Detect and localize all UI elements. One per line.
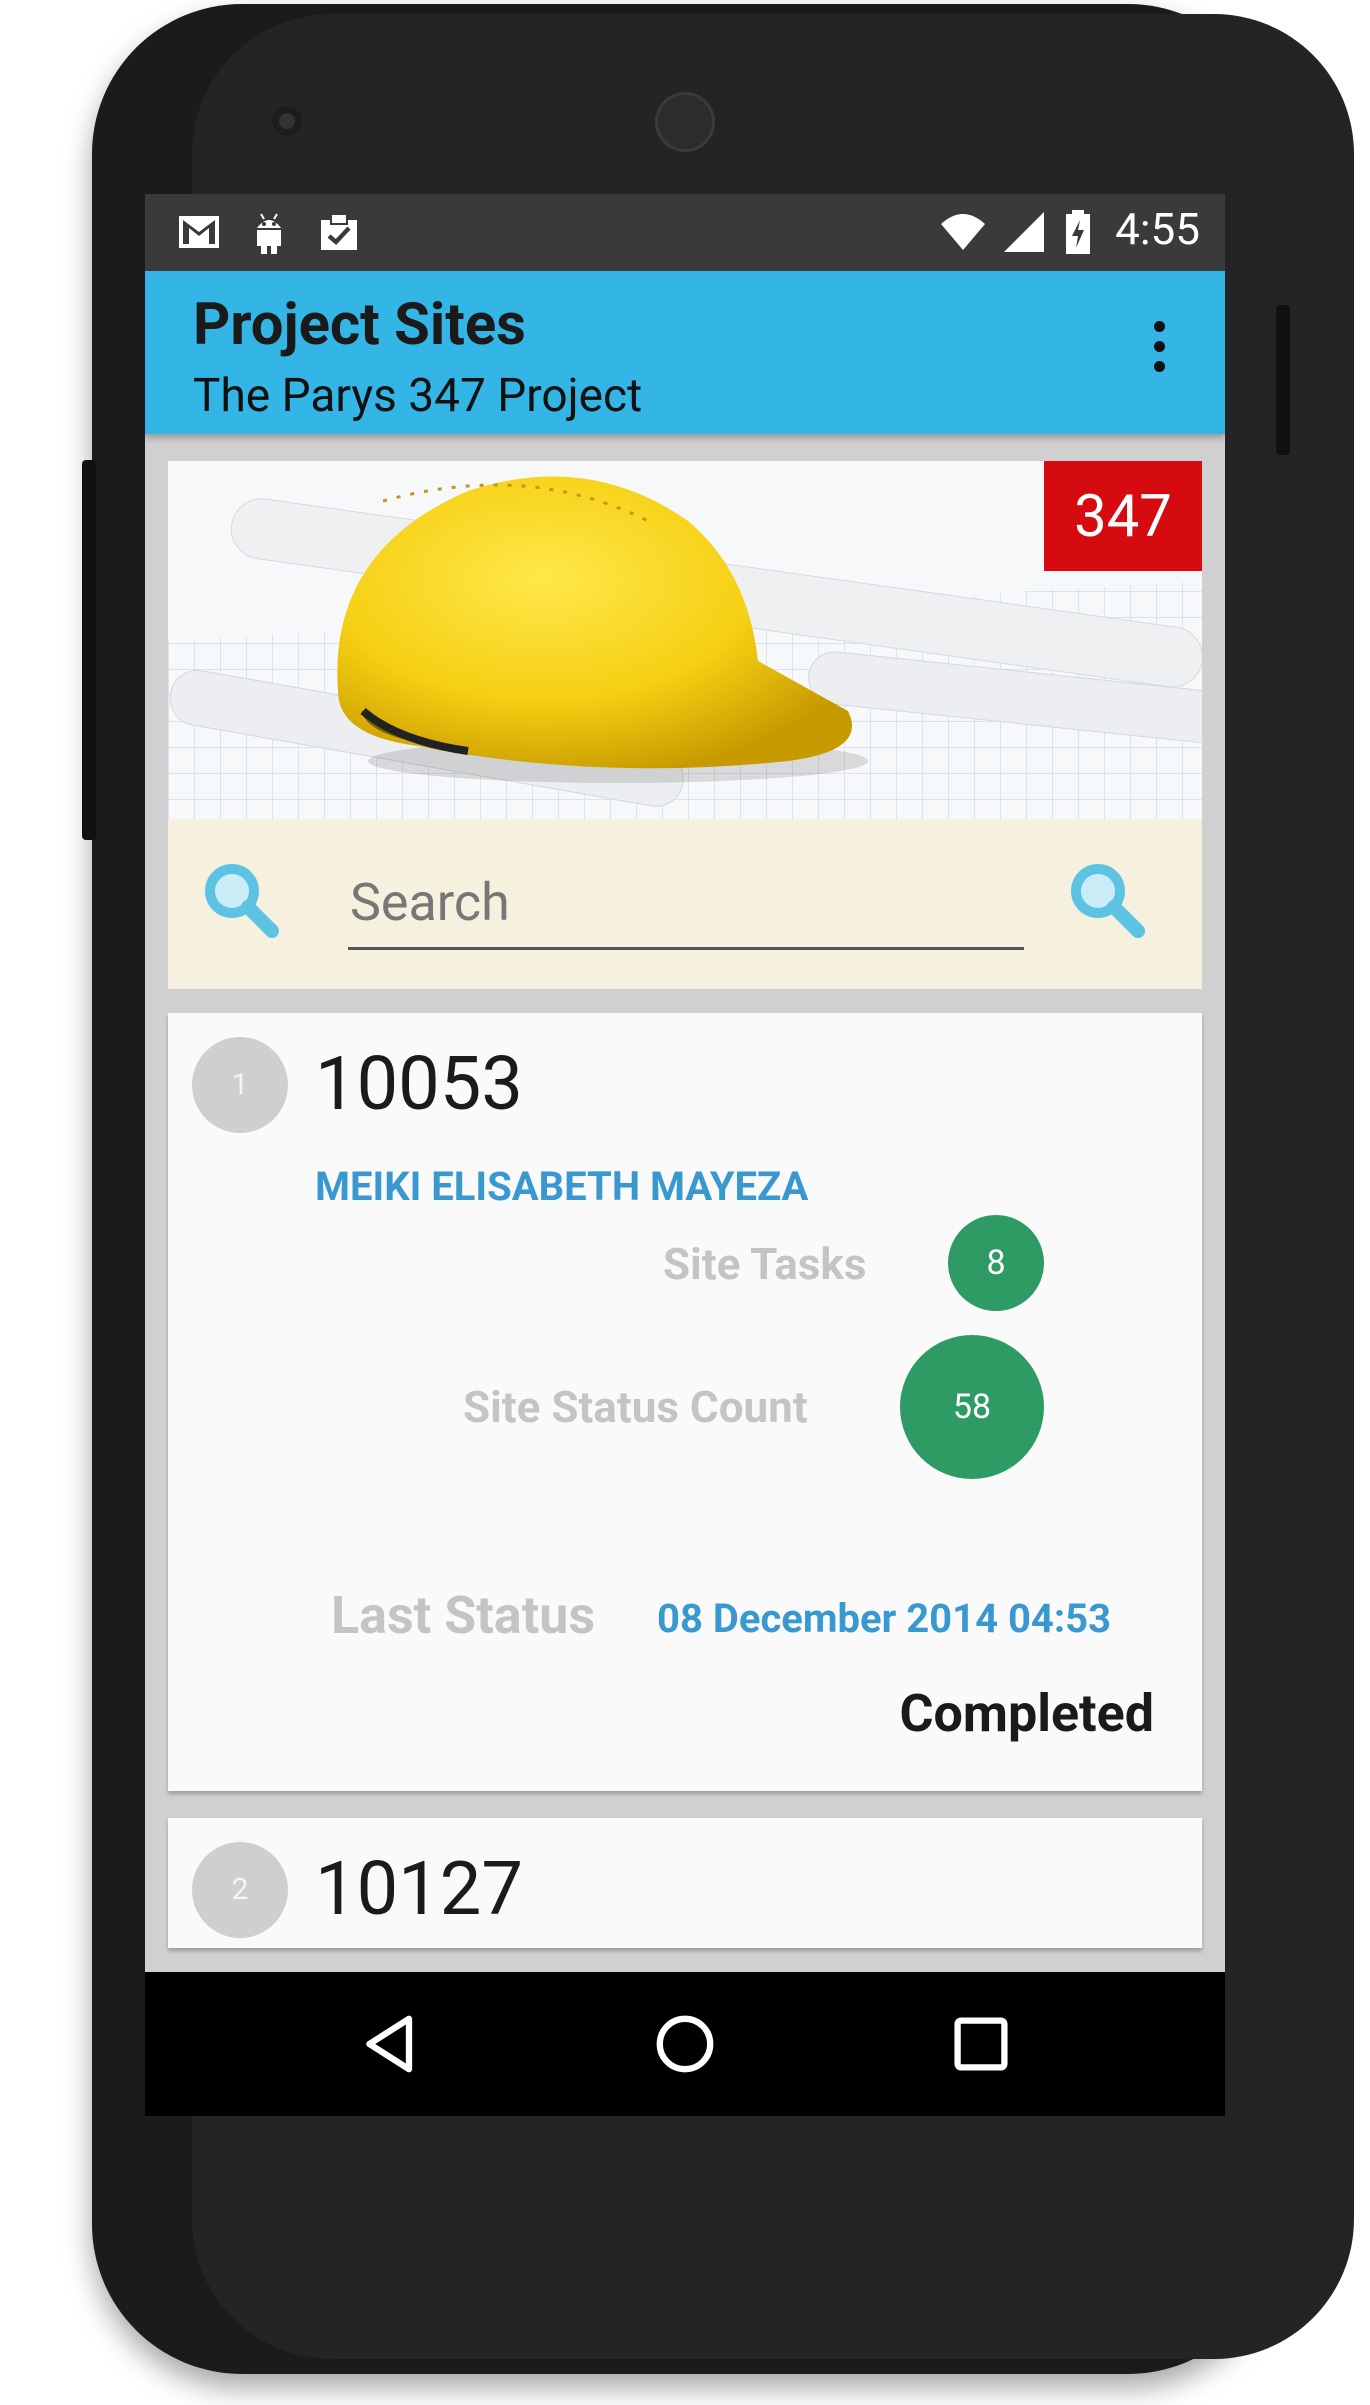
battery-charging-icon (1066, 210, 1090, 254)
android-icon (257, 213, 281, 254)
site-index-badge: 1 (192, 1037, 288, 1133)
search-input[interactable] (348, 857, 1024, 950)
site-card[interactable]: 1 10053 MEIKI ELISABETH MAYEZA Site Task… (168, 1013, 1202, 1791)
power-button (1276, 305, 1290, 455)
screen: 4:55 Project Sites The Parys 347 Project (145, 194, 1225, 2116)
page-subtitle: The Parys 347 Project (193, 369, 643, 423)
project-badge: 347 (1044, 461, 1202, 571)
site-status: Completed (899, 1683, 1154, 1744)
site-index-badge: 2 (192, 1842, 288, 1938)
overflow-menu-icon[interactable] (1149, 321, 1169, 381)
page-title: Project Sites (193, 291, 526, 359)
site-tasks-label: Site Tasks (663, 1238, 867, 1290)
site-status-count: 58 (900, 1335, 1044, 1479)
volume-button (82, 460, 96, 840)
site-status-count-label: Site Status Count (463, 1381, 808, 1433)
status-time: 4:55 (1115, 203, 1200, 255)
site-number: 10053 (315, 1041, 523, 1128)
cell-signal-icon (1004, 212, 1044, 252)
hero-image: 347 (168, 461, 1202, 819)
speaker-grille (655, 92, 715, 152)
home-icon[interactable] (649, 2008, 721, 2080)
app-bar: Project Sites The Parys 347 Project (145, 271, 1225, 434)
clipboard-check-icon (321, 213, 357, 250)
search-submit-icon[interactable] (1066, 859, 1146, 939)
last-status-date: 08 December 2014 04:53 (657, 1595, 1112, 1642)
wifi-icon (941, 214, 985, 250)
navigation-bar (145, 1972, 1225, 2116)
recent-apps-icon[interactable] (945, 2008, 1017, 2080)
search-icon[interactable] (200, 859, 280, 939)
search-bar (168, 819, 1202, 989)
site-card[interactable]: 2 10127 (168, 1818, 1202, 1948)
back-icon[interactable] (355, 2008, 427, 2080)
site-owner: MEIKI ELISABETH MAYEZA (315, 1163, 809, 1210)
site-tasks-count: 8 (948, 1215, 1044, 1311)
status-bar: 4:55 (145, 194, 1225, 271)
last-status-label: Last Status (331, 1585, 596, 1646)
gmail-icon (179, 216, 219, 248)
site-number: 10127 (315, 1846, 523, 1933)
front-camera (272, 106, 302, 136)
